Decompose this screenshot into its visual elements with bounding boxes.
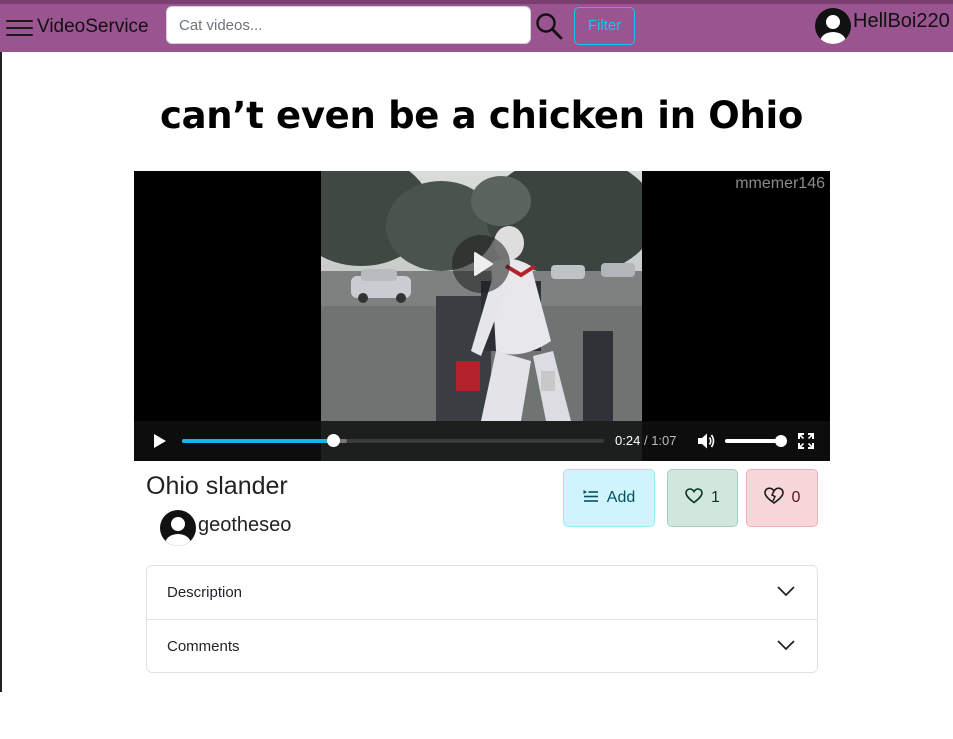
video-controls: 0:24 / 1:07 — [134, 421, 830, 461]
filter-button[interactable]: Filter — [574, 7, 635, 45]
like-count: 1 — [711, 489, 720, 506]
duration: 1:07 — [651, 433, 677, 448]
time-separator: / — [643, 433, 648, 448]
chevron-down-icon — [777, 638, 795, 652]
user-avatar-icon[interactable] — [814, 7, 852, 45]
playlist-add-icon — [583, 489, 599, 508]
accordion-comments-label: Comments — [167, 638, 240, 655]
fullscreen-icon[interactable] — [798, 433, 814, 449]
big-play-icon[interactable] — [452, 235, 510, 293]
play-icon[interactable] — [152, 433, 168, 449]
window-edge — [0, 52, 2, 692]
video-name: Ohio slander — [146, 472, 288, 500]
channel-name[interactable]: geotheseo — [198, 514, 291, 537]
accordion-description[interactable]: Description — [147, 566, 817, 619]
current-time: 0:24 — [615, 433, 641, 448]
seek-handle[interactable] — [327, 434, 341, 447]
page: VideoService Filter HellBoi220 can’t eve… — [0, 0, 953, 739]
video-frame — [321, 171, 642, 461]
add-button-label: Add — [606, 489, 636, 506]
search-input[interactable] — [166, 6, 531, 44]
dislike-count: 0 — [791, 489, 801, 506]
dislike-button[interactable]: 0 — [746, 469, 818, 527]
volume-handle[interactable] — [775, 435, 787, 447]
hamburger-icon[interactable] — [6, 17, 34, 39]
channel-avatar-icon[interactable] — [159, 509, 197, 547]
add-to-playlist-button[interactable]: Add — [563, 469, 655, 527]
volume-icon[interactable] — [697, 432, 715, 450]
navbar: VideoService Filter HellBoi220 — [0, 0, 953, 52]
accordion-comments[interactable]: Comments — [147, 619, 817, 672]
like-button[interactable]: 1 — [667, 469, 738, 527]
volume-slider[interactable] — [725, 435, 787, 447]
volume-fill — [725, 439, 781, 443]
accordion-description-label: Description — [167, 584, 243, 601]
search-icon[interactable] — [534, 11, 564, 41]
video-watermark: mmemer146 — [735, 175, 825, 192]
brand-link[interactable]: VideoService — [37, 16, 149, 38]
seek-bar[interactable] — [182, 434, 604, 447]
username[interactable]: HellBoi220 — [853, 10, 950, 33]
heartbreak-icon — [763, 486, 784, 510]
time-display: 0:24 / 1:07 — [615, 433, 677, 448]
seek-played — [182, 439, 334, 443]
details-accordion: Description Comments — [146, 565, 818, 673]
video-player[interactable]: mmemer146 0:24 / 1:07 — [134, 171, 830, 461]
chevron-down-icon — [777, 584, 795, 598]
heart-icon — [685, 487, 703, 509]
page-title: can’t even be a chicken in Ohio — [159, 94, 804, 137]
